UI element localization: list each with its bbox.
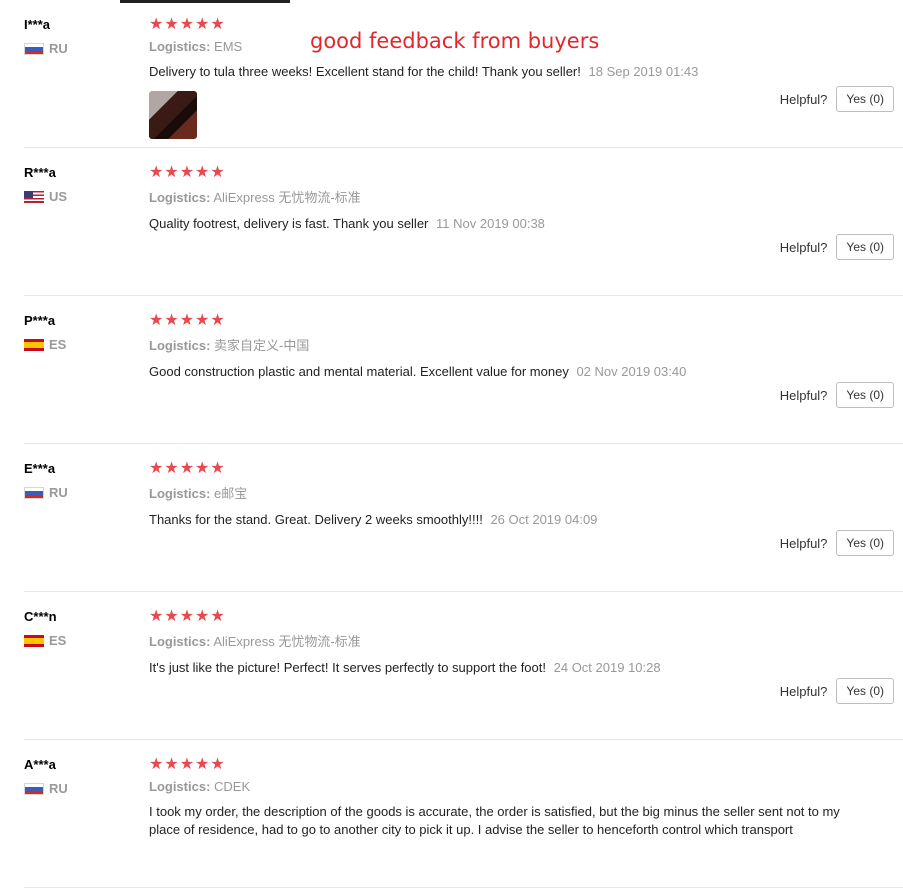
reviewer-country: US bbox=[24, 189, 134, 204]
review-content: ★★★★★ Logistics: e邮宝 Thanks for the stan… bbox=[149, 460, 869, 529]
logistics-label: Logistics: bbox=[149, 634, 211, 649]
review-text: Delivery to tula three weeks! Excellent … bbox=[149, 64, 581, 79]
helpful-yes-button[interactable]: Yes (0) bbox=[836, 86, 894, 112]
logistics-label: Logistics: bbox=[149, 190, 211, 205]
helpful-yes-button[interactable]: Yes (0) bbox=[836, 530, 894, 556]
reviewer-info: R***a US bbox=[24, 165, 134, 204]
reviewer-country: RU bbox=[24, 781, 134, 796]
overlay-caption: good feedback from buyers bbox=[310, 29, 600, 53]
logistics-value: AliExpress 无忧物流-标准 bbox=[213, 190, 361, 205]
review-photo-thumbnail[interactable] bbox=[149, 91, 197, 139]
review-text-line: I took my order, the description of the … bbox=[149, 803, 864, 839]
helpful-label: Helpful? bbox=[779, 683, 828, 699]
helpful-section: Helpful? Yes (0) bbox=[780, 382, 894, 408]
reviewer-country: ES bbox=[24, 633, 134, 648]
helpful-label: Helpful? bbox=[779, 239, 828, 255]
review-text-line: Good construction plastic and mental mat… bbox=[149, 363, 869, 381]
review-text: Quality footrest, delivery is fast. Than… bbox=[149, 216, 429, 231]
helpful-section: Helpful? Yes (0) bbox=[780, 530, 894, 556]
russia-flag-icon bbox=[24, 782, 44, 795]
review-text-line: It's just like the picture! Perfect! It … bbox=[149, 659, 869, 677]
reviewer-name: A***a bbox=[24, 757, 56, 772]
logistics-value: AliExpress 无忧物流-标准 bbox=[213, 634, 361, 649]
logistics-value: CDEK bbox=[214, 779, 251, 794]
helpful-yes-button[interactable]: Yes (0) bbox=[836, 382, 894, 408]
helpful-yes-button[interactable]: Yes (0) bbox=[836, 234, 894, 260]
reviewer-country: ES bbox=[24, 337, 134, 352]
logistics-info: Logistics: AliExpress 无忧物流-标准 bbox=[149, 187, 869, 206]
reviewer-info: I***a RU bbox=[24, 17, 134, 56]
reviewer-info: E***a RU bbox=[24, 461, 134, 500]
review-content: ★★★★★ Logistics: CDEK I took my order, t… bbox=[149, 756, 869, 839]
spain-flag-icon bbox=[24, 338, 44, 351]
country-code: ES bbox=[49, 337, 67, 352]
country-code: RU bbox=[49, 485, 68, 500]
review-item: P***a ES ★★★★★ Logistics: 卖家自定义-中国 Good … bbox=[24, 296, 903, 444]
review-content: ★★★★★ Logistics: AliExpress 无忧物流-标准 It's… bbox=[149, 608, 869, 677]
reviewer-name: C***n bbox=[24, 609, 57, 624]
russia-flag-icon bbox=[24, 42, 44, 55]
us-flag-icon bbox=[24, 190, 44, 203]
helpful-label: Helpful? bbox=[779, 91, 828, 107]
spain-flag-icon bbox=[24, 634, 44, 647]
logistics-label: Logistics: bbox=[149, 39, 211, 54]
review-item: A***a RU ★★★★★ Logistics: CDEK I took my… bbox=[24, 740, 903, 888]
review-text-line: Quality footrest, delivery is fast. Than… bbox=[149, 215, 869, 233]
logistics-label: Logistics: bbox=[149, 486, 211, 501]
review-text: Thanks for the stand. Great. Delivery 2 … bbox=[149, 512, 483, 527]
star-rating: ★★★★★ bbox=[149, 756, 226, 773]
review-item: E***a RU ★★★★★ Logistics: e邮宝 Thanks for… bbox=[24, 444, 903, 592]
star-rating: ★★★★★ bbox=[149, 312, 226, 329]
star-rating: ★★★★★ bbox=[149, 608, 226, 625]
review-text: It's just like the picture! Perfect! It … bbox=[149, 660, 546, 675]
reviewer-name: P***a bbox=[24, 313, 56, 328]
logistics-value: e邮宝 bbox=[214, 486, 248, 501]
review-content: ★★★★★ Logistics: AliExpress 无忧物流-标准 Qual… bbox=[149, 164, 869, 233]
review-item: R***a US ★★★★★ Logistics: AliExpress 无忧物… bbox=[24, 148, 903, 296]
review-text: Good construction plastic and mental mat… bbox=[149, 364, 569, 379]
reviewer-name: R***a bbox=[24, 165, 56, 180]
helpful-section: Helpful? Yes (0) bbox=[780, 678, 894, 704]
logistics-label: Logistics: bbox=[149, 779, 211, 794]
country-code: ES bbox=[49, 633, 67, 648]
helpful-section: Helpful? Yes (0) bbox=[780, 86, 894, 112]
logistics-info: Logistics: e邮宝 bbox=[149, 483, 869, 502]
logistics-info: Logistics: AliExpress 无忧物流-标准 bbox=[149, 631, 869, 650]
review-date: 18 Sep 2019 01:43 bbox=[588, 64, 699, 79]
helpful-yes-button[interactable]: Yes (0) bbox=[836, 678, 894, 704]
helpful-label: Helpful? bbox=[779, 387, 828, 403]
star-rating: ★★★★★ bbox=[149, 460, 226, 477]
country-code: RU bbox=[49, 781, 68, 796]
review-date: 11 Nov 2019 00:38 bbox=[436, 216, 545, 231]
review-text-line: Thanks for the stand. Great. Delivery 2 … bbox=[149, 511, 869, 529]
country-code: US bbox=[49, 189, 68, 204]
reviewer-name: I***a bbox=[24, 17, 51, 32]
logistics-info: Logistics: CDEK bbox=[149, 779, 869, 794]
review-text-line: Delivery to tula three weeks! Excellent … bbox=[149, 63, 869, 81]
logistics-value: EMS bbox=[214, 39, 243, 54]
review-item: C***n ES ★★★★★ Logistics: AliExpress 无忧物… bbox=[24, 592, 903, 740]
star-rating: ★★★★★ bbox=[149, 164, 226, 181]
russia-flag-icon bbox=[24, 486, 44, 499]
review-item: I***a RU ★★★★★ Logistics: EMS Delivery t… bbox=[24, 0, 903, 148]
logistics-value: 卖家自定义-中国 bbox=[214, 338, 310, 353]
helpful-section: Helpful? Yes (0) bbox=[780, 234, 894, 260]
country-code: RU bbox=[49, 41, 68, 56]
reviewer-info: C***n ES bbox=[24, 609, 134, 648]
helpful-label: Helpful? bbox=[779, 535, 828, 551]
review-content: ★★★★★ Logistics: 卖家自定义-中国 Good construct… bbox=[149, 312, 869, 381]
review-date: 02 Nov 2019 03:40 bbox=[576, 364, 687, 379]
logistics-label: Logistics: bbox=[149, 338, 211, 353]
reviewer-country: RU bbox=[24, 485, 134, 500]
reviewer-country: RU bbox=[24, 41, 134, 56]
review-date: 24 Oct 2019 10:28 bbox=[553, 660, 661, 675]
review-text: I took my order, the description of the … bbox=[149, 804, 840, 837]
logistics-info: Logistics: 卖家自定义-中国 bbox=[149, 335, 869, 354]
reviewer-info: P***a ES bbox=[24, 313, 134, 352]
reviewer-info: A***a RU bbox=[24, 757, 134, 796]
reviewer-name: E***a bbox=[24, 461, 56, 476]
review-date: 26 Oct 2019 04:09 bbox=[490, 512, 598, 527]
